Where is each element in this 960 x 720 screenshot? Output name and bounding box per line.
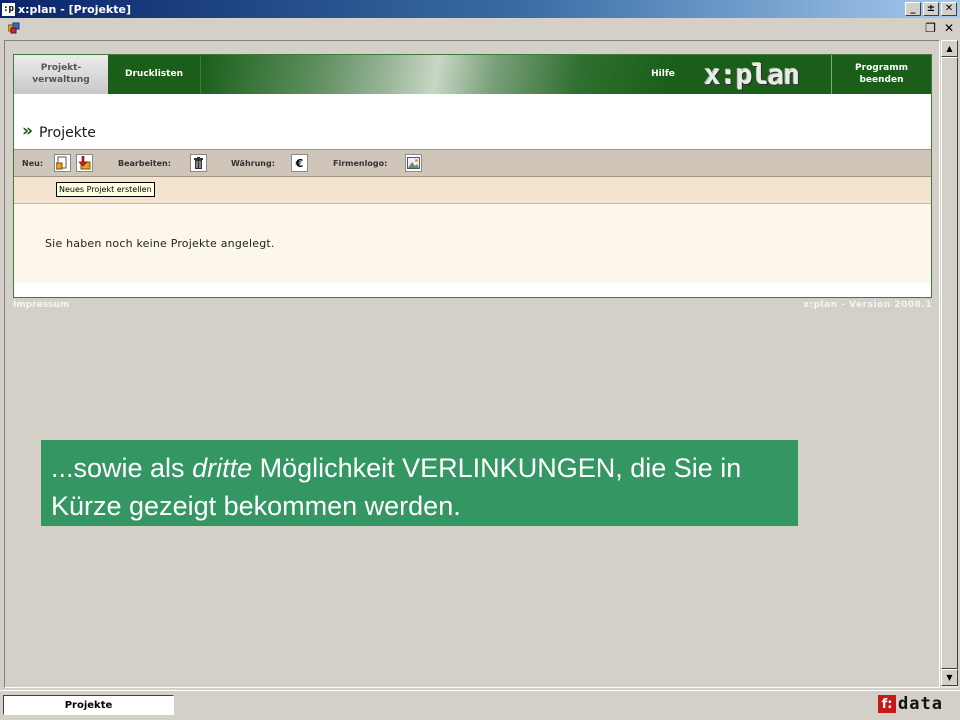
euro-icon: € [295,156,304,170]
fdata-mark: f: [878,695,896,713]
callout-text-pre: ...sowie als [51,453,193,483]
waehrung-label: Währung: [231,159,275,168]
maximize-button[interactable]: ± [923,2,939,16]
scroll-down-icon[interactable]: ▼ [941,669,958,686]
new-project-icon [56,156,67,170]
import-project-button[interactable] [76,154,93,172]
project-toolbar: Neu: Bearbeiten: Währung: € Firmenlogo: [14,149,931,177]
empty-state-message: Sie haben noch keine Projekte angelegt. [45,237,275,250]
nav-beenden-line2: beenden [859,74,904,85]
mdi-close-button[interactable]: ✕ [944,21,954,35]
nav-programm-beenden[interactable]: Programm beenden [831,55,931,94]
callout-text-emphasis: dritte [192,453,253,483]
currency-button[interactable]: € [291,154,308,172]
scroll-thumb[interactable] [941,57,958,669]
fdata-wordmark: data [898,694,943,714]
app-icon: :p [2,2,15,16]
main-navigation: Projekt-verwaltung Drucklisten Hilfe x:p… [14,55,931,94]
nav-projekt-line2: verwaltung [32,74,90,85]
mdi-bar: ❐ ✕ [0,18,960,38]
vertical-scrollbar[interactable]: ▲ ▼ [941,40,958,688]
fdata-logo: f: data [878,694,943,714]
firmenlogo-label: Firmenlogo: [333,159,388,168]
nav-beenden-line1: Programm [855,63,908,74]
xplan-logo: x:plan [704,58,800,91]
company-logo-button[interactable] [405,154,422,172]
nav-hilfe[interactable]: Hilfe [638,55,688,94]
nav-projekt-line1: Projekt- [40,63,82,74]
window-titlebar: :p x:plan - [Projekte] _ ± ✕ [0,0,960,18]
nav-decoration-image [201,55,671,94]
title-marker-icon: » [22,121,33,141]
project-list-area: Sie haben noch keine Projekte angelegt. [14,204,931,283]
window-controls: _ ± ✕ [905,2,957,16]
nav-projektverwaltung[interactable]: Projekt-verwaltung [14,55,108,94]
tutorial-callout: ...sowie als dritte Möglichkeit VERLINKU… [41,440,798,526]
version-label: x:plan - Version 2008.1 [803,300,932,310]
nav-drucklisten[interactable]: Drucklisten [108,55,201,94]
window-title: x:plan - [Projekte] [18,2,131,16]
page-title: » Projekte [22,121,96,141]
tooltip-new-project: Neues Projekt erstellen [56,182,155,197]
import-project-icon [78,156,91,170]
image-icon [407,157,420,169]
page-title-text: Projekte [38,124,96,141]
trash-icon [194,156,203,169]
delete-button[interactable] [190,154,207,172]
minimize-button[interactable]: _ [905,2,921,16]
close-button[interactable]: ✕ [941,2,957,16]
new-project-button[interactable] [54,154,71,172]
status-bar: Projekte f: data [0,690,960,720]
mdi-controls: ❐ ✕ [925,21,954,35]
bearbeiten-label: Bearbeiten: [118,159,171,168]
mdi-restore-button[interactable]: ❐ [925,21,936,35]
neu-label: Neu: [22,159,44,168]
tooltip-strip: Neues Projekt erstellen [14,177,931,204]
impressum-link[interactable]: Impressum [13,300,69,310]
scroll-up-icon[interactable]: ▲ [941,40,958,57]
app-frame: Projekt-verwaltung Drucklisten Hilfe x:p… [13,54,932,298]
status-tab-projekte[interactable]: Projekte [3,695,174,715]
document-icon[interactable] [8,22,20,34]
